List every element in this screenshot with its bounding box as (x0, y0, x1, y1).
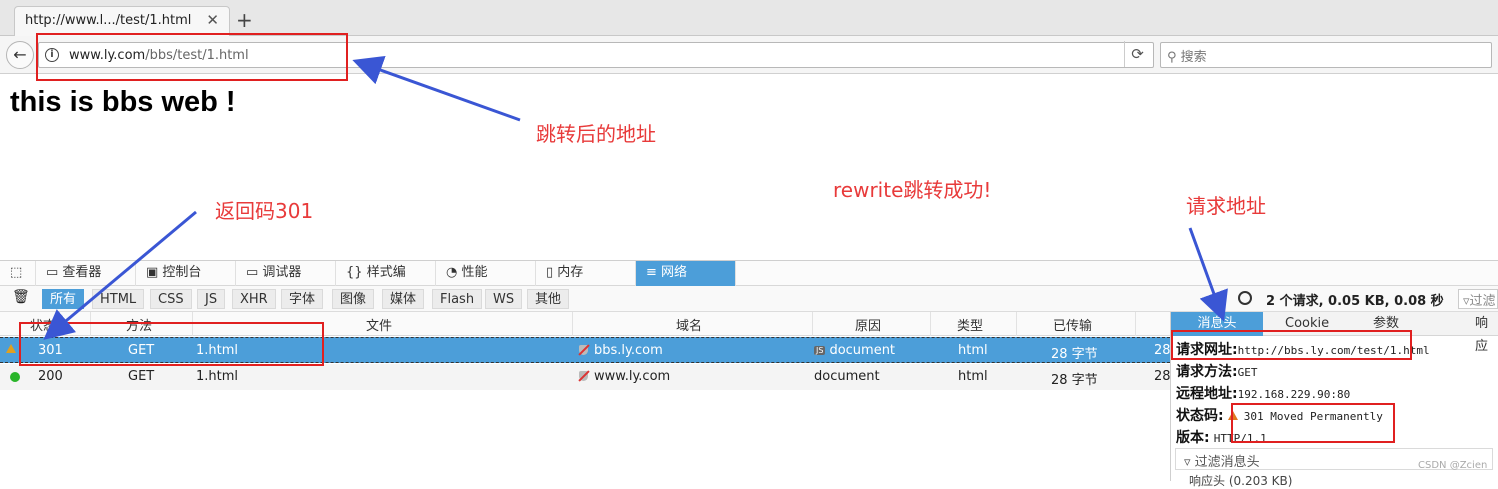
watermark: CSDN @Zcien (1418, 460, 1488, 471)
annotation-arrows (43, 55, 1228, 340)
arrow-to-url (352, 55, 521, 122)
arrow-to-request-url (1188, 227, 1228, 322)
arrow-to-status (43, 210, 197, 340)
